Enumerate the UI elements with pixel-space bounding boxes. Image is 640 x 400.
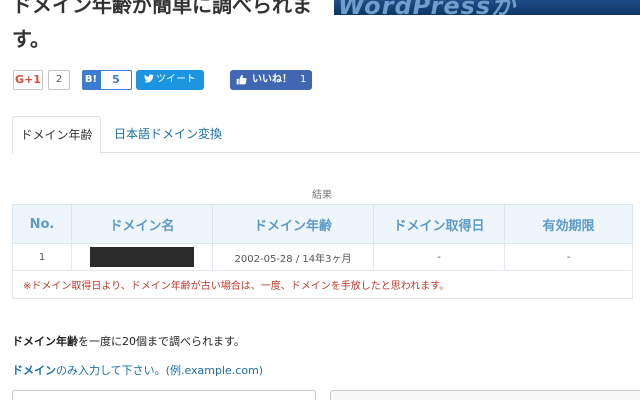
tab-japanese-domain-convert[interactable]: 日本語ドメイン変換: [114, 116, 222, 152]
info-line-1: ドメイン年齢を一度に20個まで調べられます。: [12, 333, 245, 349]
tabs-divider: [12, 152, 640, 153]
twitter-bird-icon: [144, 74, 154, 83]
table-header-row: No. ドメイン名 ドメイン年齢 ドメイン取得日 有効期限: [12, 204, 633, 244]
banner-text: WordPressが: [338, 0, 517, 15]
cell-no: 1: [12, 243, 72, 271]
cell-age: 2002-05-28 / 14年3ヶ月: [212, 243, 374, 271]
info-line-2-bold: ドメイン: [12, 364, 56, 377]
facebook-like-button[interactable]: いいね！ 1: [230, 70, 312, 90]
facebook-like-label: いいね！: [252, 74, 292, 85]
column-header-domain: ドメイン名: [71, 204, 213, 244]
column-header-no: No.: [12, 204, 72, 244]
tab-domain-age[interactable]: ドメイン年齢: [12, 116, 101, 154]
cell-acquired: -: [373, 243, 505, 271]
info-line-1-rest: を一度に20個まで調べられます。: [78, 335, 245, 348]
column-header-expires: 有効期限: [504, 204, 633, 244]
column-header-acquired: ドメイン取得日: [373, 204, 505, 244]
domain-age-note: ※ドメイン取得日より、ドメイン年齢が古い場合は、一度、ドメインを手放したと思われ…: [12, 270, 633, 299]
note-row: ※ドメイン取得日より、ドメイン年齢が古い場合は、一度、ドメインを手放したと思われ…: [12, 270, 633, 299]
thumbs-up-icon: [236, 74, 247, 85]
cell-domain: [71, 243, 213, 271]
tweet-button[interactable]: ツイート: [136, 70, 204, 90]
domain-input-area[interactable]: [12, 390, 316, 400]
gplus-count: 2: [48, 70, 70, 90]
info-line-1-bold: ドメイン年齢: [12, 335, 78, 348]
wordpress-banner[interactable]: WordPressが: [334, 0, 640, 15]
hatena-bookmark-button[interactable]: B!: [82, 70, 100, 90]
hatena-count[interactable]: 5: [100, 70, 132, 90]
page: ドメイン年齢が簡単に調べられます。 WordPressが G+1 2 B! 5 …: [0, 0, 640, 400]
tweet-label: ツイート: [156, 74, 196, 85]
page-title: ドメイン年齢が簡単に調べられます。: [12, 0, 312, 51]
table-row: 1 2002-05-28 / 14年3ヶ月 - -: [12, 243, 633, 271]
info-line-2: ドメインのみ入力して下さい。(例.example.com): [12, 362, 263, 378]
result-label: 結果: [312, 190, 332, 201]
redacted-domain: [90, 247, 194, 267]
info-line-2-rest: のみ入力して下さい。(例.example.com): [56, 364, 264, 377]
result-output-area[interactable]: [330, 390, 640, 400]
column-header-age: ドメイン年齢: [212, 204, 374, 244]
gplus-button[interactable]: G+1: [13, 70, 43, 90]
cell-expires: -: [504, 243, 633, 271]
result-table: No. ドメイン名 ドメイン年齢 ドメイン取得日 有効期限 1 2002-05-…: [12, 204, 633, 299]
facebook-like-count: 1: [300, 74, 307, 85]
